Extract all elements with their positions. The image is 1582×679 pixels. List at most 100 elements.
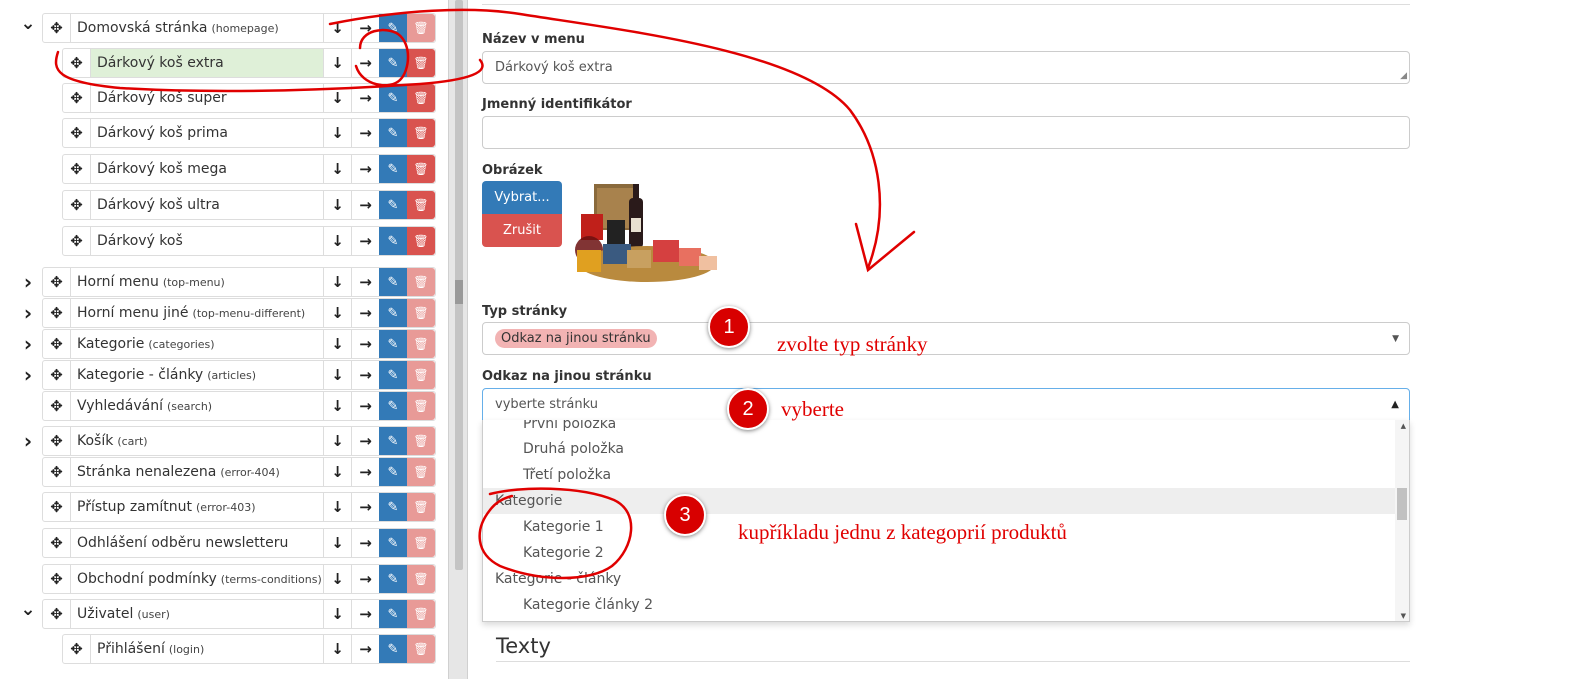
tree-item[interactable]: ✥ Odhlášení odběru newsletteru ↓ → ✎ 🗑 bbox=[42, 528, 436, 558]
tree-item[interactable]: ✥ Košík (cart) ↓ → ✎ 🗑 bbox=[42, 426, 436, 456]
arrow-down-icon[interactable]: ↓ bbox=[323, 361, 351, 389]
tree-item-label[interactable]: Obchodní podmínky (terms-conditions) bbox=[71, 565, 323, 593]
trash-icon[interactable]: 🗑 bbox=[407, 155, 435, 183]
link-select[interactable]: vyberte stránku ▲ bbox=[482, 388, 1410, 421]
tree-item-label[interactable]: Kategorie - články (articles) bbox=[71, 361, 323, 389]
edit-icon[interactable]: ✎ bbox=[379, 330, 407, 358]
trash-icon[interactable]: 🗑 bbox=[407, 361, 435, 389]
edit-icon[interactable]: ✎ bbox=[379, 299, 407, 327]
edit-icon[interactable]: ✎ bbox=[379, 268, 407, 296]
move-handle-icon[interactable]: ✥ bbox=[43, 361, 71, 389]
arrow-right-icon[interactable]: → bbox=[351, 361, 379, 389]
tree-item[interactable]: ✥ Přístup zamítnut (error-403) ↓ → ✎ 🗑 bbox=[42, 492, 436, 522]
page-type-select[interactable]: Odkaz na jinou stránku ▼ bbox=[482, 322, 1410, 355]
edit-icon[interactable]: ✎ bbox=[379, 493, 407, 521]
edit-icon[interactable]: ✎ bbox=[379, 565, 407, 593]
move-handle-icon[interactable]: ✥ bbox=[63, 49, 91, 77]
arrow-down-icon[interactable]: ↓ bbox=[323, 565, 351, 593]
tree-item-label[interactable]: Horní menu jiné (top-menu-different) bbox=[71, 299, 323, 327]
tree-item[interactable]: ✥ Stránka nenalezena (error-404) ↓ → ✎ 🗑 bbox=[42, 457, 436, 487]
tree-item[interactable]: ✥ Domovská stránka (homepage) ↓ → ✎ 🗑 bbox=[42, 13, 436, 43]
trash-icon[interactable]: 🗑 bbox=[407, 458, 435, 486]
trash-icon[interactable]: 🗑 bbox=[407, 49, 435, 77]
arrow-right-icon[interactable]: → bbox=[351, 493, 379, 521]
arrow-down-icon[interactable]: ↓ bbox=[323, 493, 351, 521]
edit-icon[interactable]: ✎ bbox=[379, 361, 407, 389]
arrow-down-icon[interactable]: ↓ bbox=[323, 191, 351, 219]
arrow-right-icon[interactable]: → bbox=[351, 392, 379, 420]
trash-icon[interactable]: 🗑 bbox=[407, 330, 435, 358]
tree-item-label[interactable]: Dárkový koš prima bbox=[91, 119, 323, 147]
tree-item[interactable]: ✥ Kategorie - články (articles) ↓ → ✎ 🗑 bbox=[42, 360, 436, 390]
arrow-down-icon[interactable]: ↓ bbox=[323, 299, 351, 327]
move-handle-icon[interactable]: ✥ bbox=[63, 84, 91, 112]
tree-item[interactable]: ✥ Obchodní podmínky (terms-conditions) ↓ → ✎ 🗑 bbox=[42, 564, 436, 594]
arrow-right-icon[interactable]: → bbox=[351, 49, 379, 77]
choose-image-button[interactable]: Vybrat... bbox=[482, 181, 562, 214]
resize-handle-icon[interactable]: ◢ bbox=[1400, 71, 1407, 81]
edit-icon[interactable]: ✎ bbox=[379, 392, 407, 420]
move-handle-icon[interactable]: ✥ bbox=[43, 493, 71, 521]
trash-icon[interactable]: 🗑 bbox=[407, 600, 435, 628]
tree-item-label[interactable]: Dárkový koš extra bbox=[91, 49, 323, 77]
tree-item-label[interactable]: Přístup zamítnut (error-403) bbox=[71, 493, 323, 521]
tree-item-label[interactable]: Stránka nenalezena (error-404) bbox=[71, 458, 323, 486]
chevron-right-icon[interactable]: › bbox=[20, 426, 36, 456]
edit-icon[interactable]: ✎ bbox=[379, 49, 407, 77]
chevron-right-icon[interactable]: › bbox=[20, 298, 36, 328]
tree-item-label[interactable]: Horní menu (top-menu) bbox=[71, 268, 323, 296]
chevron-right-icon[interactable]: › bbox=[20, 329, 36, 359]
tree-item-label[interactable]: Dárkový koš mega bbox=[91, 155, 323, 183]
tree-item[interactable]: ✥ Horní menu jiné (top-menu-different) ↓ → ✎ 🗑 bbox=[42, 298, 436, 328]
option-item[interactable]: Druhá položka bbox=[483, 436, 1395, 462]
panel-splitter[interactable] bbox=[448, 0, 468, 679]
arrow-down-icon[interactable]: ↓ bbox=[323, 458, 351, 486]
move-handle-icon[interactable]: ✥ bbox=[63, 635, 91, 663]
menu-name-field[interactable]: Dárkový koš extra ◢ bbox=[482, 51, 1410, 84]
option-item[interactable]: Kategorie články 2 bbox=[483, 592, 1395, 618]
move-handle-icon[interactable]: ✥ bbox=[43, 529, 71, 557]
tree-item-label[interactable]: Dárkový koš super bbox=[91, 84, 323, 112]
trash-icon[interactable]: 🗑 bbox=[407, 268, 435, 296]
chevron-right-icon[interactable]: › bbox=[20, 360, 36, 390]
edit-icon[interactable]: ✎ bbox=[379, 14, 407, 42]
trash-icon[interactable]: 🗑 bbox=[407, 227, 435, 255]
arrow-down-icon[interactable]: ↓ bbox=[323, 427, 351, 455]
move-handle-icon[interactable]: ✥ bbox=[43, 458, 71, 486]
tree-item-label[interactable]: Košík (cart) bbox=[71, 427, 323, 455]
trash-icon[interactable]: 🗑 bbox=[407, 529, 435, 557]
trash-icon[interactable]: 🗑 bbox=[407, 299, 435, 327]
chevron-down-icon[interactable]: ⌄ bbox=[20, 599, 36, 629]
arrow-down-icon[interactable]: ↓ bbox=[323, 49, 351, 77]
chevron-right-icon[interactable]: › bbox=[20, 267, 36, 297]
cancel-image-button[interactable]: Zrušit bbox=[482, 214, 562, 247]
move-handle-icon[interactable]: ✥ bbox=[43, 565, 71, 593]
arrow-right-icon[interactable]: → bbox=[351, 268, 379, 296]
trash-icon[interactable]: 🗑 bbox=[407, 493, 435, 521]
tree-item[interactable]: ✥ Dárkový koš ultra ↓ → ✎ 🗑 bbox=[62, 190, 436, 220]
tree-item[interactable]: ✥ Dárkový koš ↓ → ✎ 🗑 bbox=[62, 226, 436, 256]
tree-item[interactable]: ✥ Přihlášení (login) ↓ → ✎ 🗑 bbox=[62, 634, 436, 664]
trash-icon[interactable]: 🗑 bbox=[407, 84, 435, 112]
arrow-right-icon[interactable]: → bbox=[351, 227, 379, 255]
arrow-down-icon[interactable]: ↓ bbox=[323, 392, 351, 420]
tree-item-label[interactable]: Přihlášení (login) bbox=[91, 635, 323, 663]
move-handle-icon[interactable]: ✥ bbox=[43, 268, 71, 296]
move-handle-icon[interactable]: ✥ bbox=[43, 392, 71, 420]
dropdown-scrollbar[interactable]: ▲ ▼ bbox=[1395, 420, 1409, 621]
tree-item[interactable]: ✥ Dárkový koš super ↓ → ✎ 🗑 bbox=[62, 83, 436, 113]
trash-icon[interactable]: 🗑 bbox=[407, 191, 435, 219]
arrow-right-icon[interactable]: → bbox=[351, 529, 379, 557]
arrow-down-icon[interactable]: ↓ bbox=[323, 529, 351, 557]
move-handle-icon[interactable]: ✥ bbox=[43, 600, 71, 628]
arrow-right-icon[interactable]: → bbox=[351, 14, 379, 42]
trash-icon[interactable]: 🗑 bbox=[407, 392, 435, 420]
arrow-right-icon[interactable]: → bbox=[351, 427, 379, 455]
arrow-down-icon[interactable]: ↓ bbox=[323, 600, 351, 628]
arrow-down-icon[interactable]: ↓ bbox=[323, 84, 351, 112]
edit-icon[interactable]: ✎ bbox=[379, 84, 407, 112]
tree-item-label[interactable]: Dárkový koš bbox=[91, 227, 323, 255]
tree-item[interactable]: ✥ Dárkový koš extra ↓ → ✎ 🗑 bbox=[62, 48, 436, 78]
identifier-field[interactable] bbox=[482, 116, 1410, 149]
edit-icon[interactable]: ✎ bbox=[379, 227, 407, 255]
